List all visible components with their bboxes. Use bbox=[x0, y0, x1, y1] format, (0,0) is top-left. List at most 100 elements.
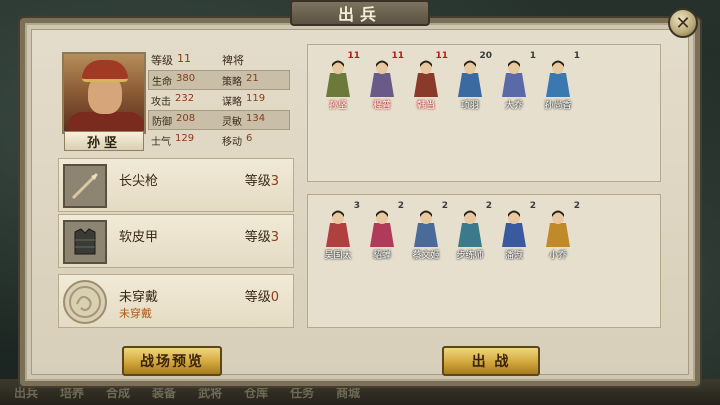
stat-row: 生命 380 策略 21 bbox=[148, 70, 290, 90]
close-button[interactable]: ✕ bbox=[668, 8, 698, 38]
equip-name: 软皮甲 bbox=[119, 230, 159, 245]
equip-status: 未穿戴 bbox=[119, 307, 152, 320]
hero-body bbox=[370, 223, 394, 247]
morale-label: 士气 bbox=[151, 136, 171, 148]
tactics-label: 谋略 bbox=[222, 96, 242, 108]
move-value: 6 bbox=[246, 132, 253, 144]
close-icon: ✕ bbox=[675, 12, 691, 34]
selected-heroes-box: 11 孙坚 11 程普 11 韩当 20 项羽 1 大乔 1 孙尚香 bbox=[307, 44, 661, 182]
morale-value: 129 bbox=[175, 132, 195, 144]
hero-body bbox=[502, 73, 526, 97]
stat-row: 防御 208 灵敏 134 bbox=[148, 110, 290, 130]
strategy-label: 策略 bbox=[222, 76, 242, 88]
hero-sprite bbox=[414, 210, 438, 247]
hero-sprite bbox=[414, 60, 438, 97]
equip-slot-armor[interactable]: 软皮甲 等级3 bbox=[58, 214, 294, 268]
equip-name: 长尖枪 bbox=[119, 174, 159, 189]
hero-sprite bbox=[502, 210, 526, 247]
general-name: 孙坚 bbox=[64, 131, 144, 151]
equip-level: 等级3 bbox=[245, 170, 279, 189]
portrait-helmet bbox=[82, 60, 128, 82]
hero-body bbox=[326, 73, 350, 97]
hero-sprite bbox=[326, 210, 350, 247]
hero-sprite bbox=[502, 60, 526, 97]
strategy-value: 21 bbox=[246, 72, 259, 84]
equip-level-label: 等级 bbox=[244, 174, 271, 189]
hero-body bbox=[326, 223, 350, 247]
hero-unit[interactable]: 20 项羽 bbox=[450, 51, 492, 111]
hp-label: 生命 bbox=[152, 76, 172, 88]
hero-sprite bbox=[370, 60, 394, 97]
hero-sprite bbox=[546, 60, 570, 97]
agility-label: 灵敏 bbox=[222, 116, 242, 128]
reserve-heroes-box: 3 吴国太 2 貂蝉 2 蔡文姬 2 步练师 2 潘淑 2 小乔 bbox=[307, 194, 661, 328]
hero-name: 孙尚香 bbox=[544, 101, 572, 111]
hero-unit[interactable]: 2 步练师 bbox=[450, 201, 492, 261]
dragon-emblem-icon bbox=[63, 280, 107, 324]
hero-unit[interactable]: 2 貂蝉 bbox=[362, 201, 404, 261]
hero-body bbox=[458, 73, 482, 97]
hero-body bbox=[414, 223, 438, 247]
equip-level: 等级3 bbox=[245, 226, 279, 245]
defense-label: 防御 bbox=[152, 116, 172, 128]
hero-unit[interactable]: 2 蔡文姬 bbox=[406, 201, 448, 261]
nav-item: 合成 bbox=[106, 385, 131, 400]
defense-value: 208 bbox=[176, 112, 196, 124]
hero-sprite bbox=[546, 210, 570, 247]
equip-name: 未穿戴 bbox=[119, 290, 159, 305]
hero-body bbox=[458, 223, 482, 247]
hero-unit[interactable]: 11 程普 bbox=[362, 51, 404, 111]
general-portrait[interactable] bbox=[62, 52, 146, 134]
stat-row: 士气 129 移动 6 bbox=[148, 130, 290, 150]
hero-body bbox=[546, 73, 570, 97]
nav-item: 仓库 bbox=[244, 385, 269, 400]
agility-value: 134 bbox=[246, 112, 266, 124]
equip-level-value: 3 bbox=[270, 230, 279, 245]
attack-label: 攻击 bbox=[151, 96, 171, 108]
hero-body bbox=[370, 73, 394, 97]
hero-sprite bbox=[326, 60, 350, 97]
class-label: 禆将 bbox=[222, 54, 244, 67]
hero-unit[interactable]: 1 孙尚香 bbox=[538, 51, 580, 111]
nav-item: 装备 bbox=[152, 385, 177, 400]
hero-sprite bbox=[458, 210, 482, 247]
hero-unit[interactable]: 2 潘淑 bbox=[494, 201, 536, 261]
move-label: 移动 bbox=[222, 136, 242, 148]
tactics-value: 119 bbox=[246, 92, 266, 104]
nav-item: 培养 bbox=[60, 385, 85, 400]
hero-unit[interactable]: 1 大乔 bbox=[494, 51, 536, 111]
equip-level-value: 3 bbox=[270, 174, 279, 189]
level-label: 等级 bbox=[151, 54, 173, 67]
equip-level-label: 等级 bbox=[244, 290, 271, 305]
level-value: 11 bbox=[177, 52, 191, 65]
window-title: 出兵 bbox=[290, 0, 430, 26]
stat-row: 等级 11 禆将 bbox=[148, 50, 290, 70]
hero-body bbox=[546, 223, 570, 247]
hp-value: 380 bbox=[176, 72, 196, 84]
hero-body bbox=[502, 223, 526, 247]
battlefield-preview-button[interactable]: 战场预览 bbox=[122, 346, 222, 376]
armor-icon bbox=[63, 220, 107, 264]
hero-body bbox=[414, 73, 438, 97]
stat-grid: 等级 11 禆将 生命 380 策略 21 攻击 232 谋略 119 防御 208 灵敏 1… bbox=[148, 50, 290, 150]
nav-item: 武将 bbox=[198, 385, 223, 400]
equip-level-label: 等级 bbox=[244, 230, 271, 245]
equip-level: 等级0 bbox=[245, 286, 279, 305]
equip-level-value: 0 bbox=[270, 290, 279, 305]
hero-unit[interactable]: 3 吴国太 bbox=[318, 201, 360, 261]
hero-unit[interactable]: 11 韩当 bbox=[406, 51, 448, 111]
hero-name: 小乔 bbox=[548, 251, 567, 261]
deploy-button[interactable]: 出 战 bbox=[442, 346, 540, 376]
hero-sprite bbox=[458, 60, 482, 97]
hero-unit[interactable]: 11 孙坚 bbox=[318, 51, 360, 111]
nav-item: 出兵 bbox=[14, 385, 39, 400]
stat-row: 攻击 232 谋略 119 bbox=[148, 90, 290, 110]
nav-item: 任务 bbox=[290, 385, 315, 400]
spear-icon bbox=[63, 164, 107, 208]
hero-sprite bbox=[370, 210, 394, 247]
hero-unit[interactable]: 2 小乔 bbox=[538, 201, 580, 261]
equip-slot-accessory[interactable]: 未穿戴 等级0 未穿戴 bbox=[58, 274, 294, 328]
attack-value: 232 bbox=[175, 92, 195, 104]
equip-slot-weapon[interactable]: 长尖枪 等级3 bbox=[58, 158, 294, 212]
nav-item: 商城 bbox=[336, 385, 361, 400]
